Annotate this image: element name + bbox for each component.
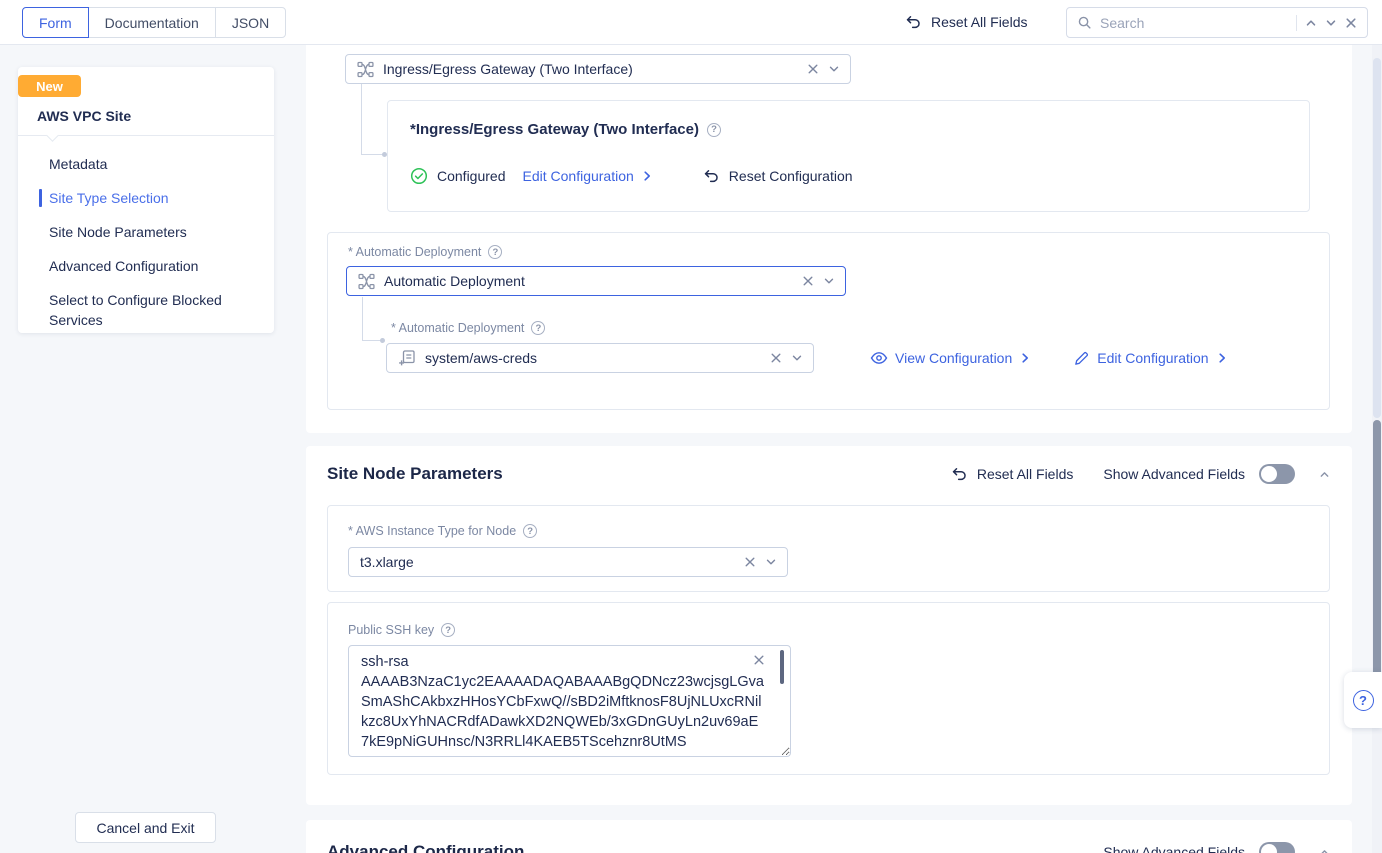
pencil-icon — [1073, 350, 1090, 367]
cloud-credentials-select[interactable]: system/aws-creds — [386, 343, 814, 373]
site-node-parameters-title: Site Node Parameters — [327, 464, 503, 484]
chevron-down-icon[interactable] — [828, 63, 840, 75]
toggle-knob — [1261, 466, 1277, 482]
ssh-key-textarea[interactable]: ssh-rsa AAAAB3NzaC1yc2EAAAADAQABAAABgQDN… — [348, 645, 791, 757]
page-scrollbar-segment — [1373, 58, 1381, 418]
page-scrollbar-thumb[interactable] — [1373, 420, 1381, 688]
reset-configuration-button[interactable]: Reset Configuration — [703, 168, 853, 185]
sidebar-title: AWS VPC Site — [37, 108, 131, 124]
tab-json[interactable]: JSON — [215, 7, 286, 38]
collapse-section-icon[interactable] — [1319, 847, 1330, 853]
search-next-icon[interactable] — [1325, 17, 1337, 29]
collapse-section-icon[interactable] — [1319, 469, 1330, 480]
top-bar: Form Documentation JSON Reset All Fields — [0, 0, 1382, 45]
undo-icon — [905, 14, 922, 31]
one-of-icon — [358, 273, 375, 290]
chevron-down-icon[interactable] — [791, 352, 803, 364]
sidebar-item-advanced-configuration[interactable]: Advanced Configuration — [18, 249, 274, 283]
connector-dot — [380, 338, 385, 343]
chevron-right-icon — [1019, 352, 1031, 364]
automatic-deployment-select[interactable]: Automatic Deployment — [346, 266, 846, 296]
help-circle-icon: ? — [523, 524, 537, 538]
site-type-selection-panel: Ingress/Egress Gateway (Two Interface) *… — [306, 45, 1352, 433]
clear-icon[interactable] — [770, 352, 782, 364]
view-configuration-link[interactable]: View Configuration — [870, 349, 1031, 367]
advanced-configuration-panel: Advanced Configuration Show Advanced Fie… — [306, 820, 1352, 853]
search-box — [1066, 7, 1368, 38]
gateway-configured-card: *Ingress/Egress Gateway (Two Interface) … — [387, 100, 1310, 212]
configured-status: Configured — [437, 168, 506, 184]
search-divider — [1296, 15, 1297, 31]
chevron-right-icon — [1216, 352, 1228, 364]
ssh-key-label: Public SSH key — [348, 623, 434, 637]
undo-icon — [703, 168, 720, 185]
gateway-type-select[interactable]: Ingress/Egress Gateway (Two Interface) — [345, 54, 851, 84]
cloud-credentials-value: system/aws-creds — [425, 350, 761, 366]
clear-icon[interactable] — [753, 654, 765, 666]
sidebar-item-site-type-selection[interactable]: Site Type Selection — [18, 181, 274, 215]
show-advanced-fields-toggle[interactable] — [1259, 464, 1295, 484]
view-tabs: Form Documentation JSON — [22, 7, 286, 38]
question-mark-icon: ? — [1353, 690, 1374, 711]
instance-type-label: * AWS Instance Type for Node — [348, 524, 516, 538]
toggle-knob — [1261, 844, 1277, 853]
chevron-down-icon[interactable] — [765, 556, 777, 568]
reset-all-fields-label: Reset All Fields — [931, 14, 1027, 30]
advanced-configuration-title: Advanced Configuration — [327, 842, 524, 853]
help-button[interactable]: ? — [1344, 672, 1382, 728]
check-circle-icon — [410, 167, 428, 185]
sidebar-card: New AWS VPC Site Metadata Site Type Sele… — [18, 67, 274, 333]
edit-configuration-link[interactable]: Edit Configuration — [1073, 350, 1227, 367]
connector-line — [362, 297, 382, 341]
instance-type-value: t3.xlarge — [360, 554, 735, 570]
search-close-icon[interactable] — [1345, 17, 1357, 29]
connector-line — [361, 84, 384, 155]
gateway-card-title: *Ingress/Egress Gateway (Two Interface) — [410, 121, 699, 138]
sidebar-nav: Metadata Site Type Selection Site Node P… — [18, 147, 274, 337]
clear-icon[interactable] — [744, 556, 756, 568]
new-badge: New — [18, 75, 81, 97]
textarea-scrollbar-thumb[interactable] — [780, 650, 784, 684]
sidebar-item-site-node-parameters[interactable]: Site Node Parameters — [18, 215, 274, 249]
clear-icon[interactable] — [807, 63, 819, 75]
show-advanced-fields-label: Show Advanced Fields — [1103, 844, 1245, 853]
credentials-label: * Automatic Deployment — [391, 321, 524, 335]
help-circle-icon: ? — [488, 245, 502, 259]
clear-icon[interactable] — [802, 275, 814, 287]
show-advanced-fields-toggle[interactable] — [1259, 842, 1295, 853]
search-input[interactable] — [1100, 15, 1288, 31]
search-prev-icon[interactable] — [1305, 17, 1317, 29]
help-circle-icon: ? — [707, 123, 721, 137]
edit-configuration-link[interactable]: Edit Configuration — [523, 168, 653, 184]
tab-documentation[interactable]: Documentation — [88, 7, 216, 38]
sidebar-item-blocked-services[interactable]: Select to Configure Blocked Services — [18, 283, 248, 337]
chevron-right-icon — [641, 170, 653, 182]
site-node-parameters-panel: Site Node Parameters Reset All Fields Sh… — [306, 446, 1352, 805]
instance-type-card: * AWS Instance Type for Node ? t3.xlarge — [327, 505, 1330, 592]
show-advanced-fields-label: Show Advanced Fields — [1103, 466, 1245, 482]
automatic-deployment-card: * Automatic Deployment ? Automatic Deplo… — [327, 232, 1330, 410]
reset-all-fields-button[interactable]: Reset All Fields — [905, 0, 1027, 44]
reference-object-icon — [398, 349, 416, 367]
help-circle-icon: ? — [441, 623, 455, 637]
automatic-deployment-label: * Automatic Deployment — [348, 245, 481, 259]
search-icon — [1077, 15, 1092, 30]
section-reset-all-fields-button[interactable]: Reset All Fields — [951, 466, 1073, 483]
eye-icon — [870, 349, 888, 367]
undo-icon — [951, 466, 968, 483]
sidebar-notch — [46, 129, 59, 142]
ssh-key-card: Public SSH key ? ssh-rsa AAAAB3NzaC1yc2E… — [327, 602, 1330, 775]
automatic-deployment-value: Automatic Deployment — [384, 273, 793, 289]
gateway-type-value: Ingress/Egress Gateway (Two Interface) — [383, 61, 798, 77]
sidebar-item-metadata[interactable]: Metadata — [18, 147, 274, 181]
cancel-and-exit-button[interactable]: Cancel and Exit — [75, 812, 216, 843]
one-of-icon — [357, 61, 374, 78]
chevron-down-icon[interactable] — [823, 275, 835, 287]
help-circle-icon: ? — [531, 321, 545, 335]
tab-form[interactable]: Form — [22, 7, 89, 38]
instance-type-select[interactable]: t3.xlarge — [348, 547, 788, 577]
